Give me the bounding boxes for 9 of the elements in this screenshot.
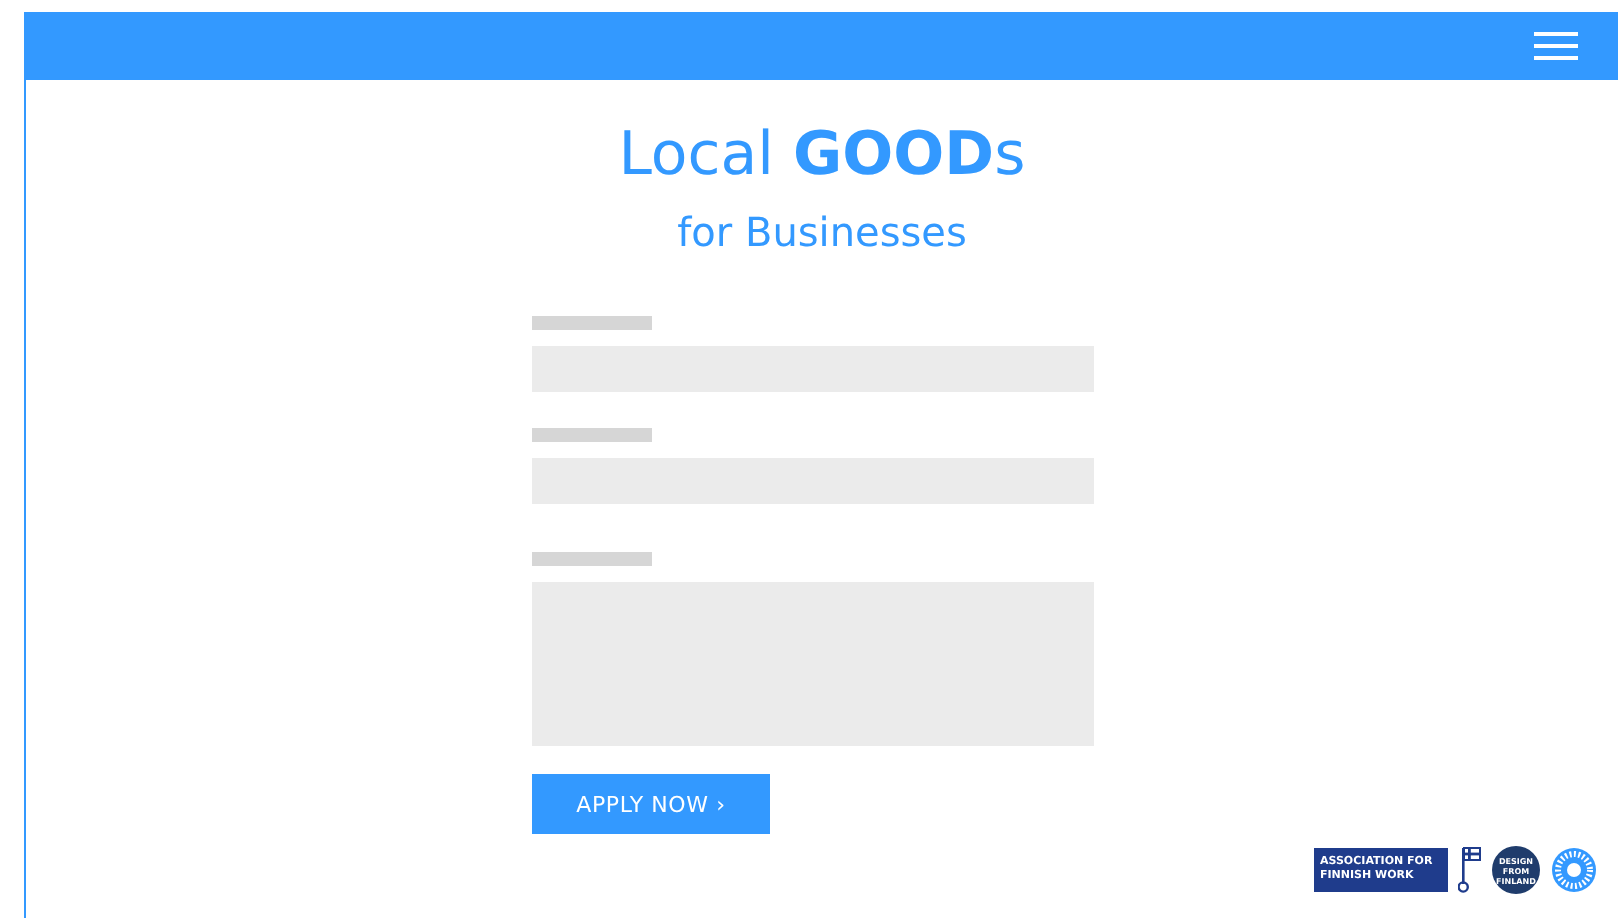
label-placeholder	[532, 316, 652, 330]
menu-icon[interactable]	[1534, 32, 1578, 60]
page-subtitle: for Businesses	[677, 206, 967, 260]
sun-logo-icon	[1550, 846, 1598, 894]
page-title: Local GOODs	[618, 118, 1026, 194]
label-placeholder	[532, 552, 652, 566]
key-flag-icon	[1458, 846, 1482, 894]
apply-button[interactable]: APPLY NOW ›	[532, 774, 770, 834]
label-placeholder	[532, 428, 652, 442]
